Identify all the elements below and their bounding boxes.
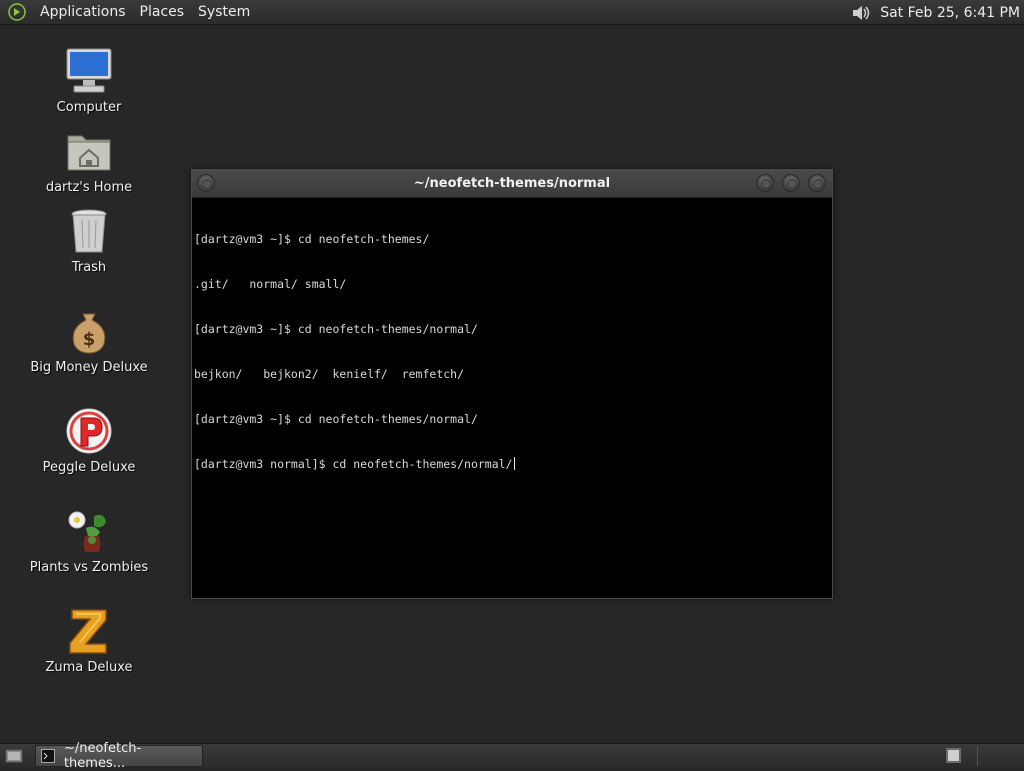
terminal-line: bejkon/ bejkon2/ kenielf/ remfetch/ (194, 367, 465, 381)
desktop-icon-peggle-deluxe[interactable]: Peggle Deluxe (24, 405, 154, 475)
desktop-icon-plants-vs-zombies[interactable]: Plants vs Zombies (24, 505, 154, 575)
peggle-icon (63, 405, 115, 457)
desktop-icon-zuma-deluxe[interactable]: Zuma Deluxe (24, 605, 154, 675)
desktop-icon-label: Big Money Deluxe (30, 360, 148, 375)
terminal-icon (40, 748, 56, 764)
terminal-output[interactable]: [dartz@vm3 ~]$ cd neofetch-themes/ .git/… (192, 198, 832, 506)
computer-icon (63, 45, 115, 97)
minimize-button[interactable] (756, 174, 774, 192)
trash-icon (63, 205, 115, 257)
terminal-line: [dartz@vm3 ~]$ cd neofetch-themes/normal… (194, 322, 478, 336)
panel-right-tray: Sat Feb 25, 6:41 PM (850, 0, 1024, 25)
menu-applications[interactable]: Applications (33, 4, 133, 20)
terminal-titlebar[interactable]: ~/neofetch-themes/normal (192, 170, 832, 198)
menu-system[interactable]: System (191, 4, 257, 20)
desktop-icon-label: Zuma Deluxe (45, 660, 133, 675)
svg-text:$: $ (83, 329, 96, 350)
bottom-panel: ~/neofetch-themes... (0, 741, 1024, 771)
desktop-icon-home[interactable]: dartz's Home (24, 125, 154, 195)
desktop-icon-label: dartz's Home (45, 180, 133, 195)
workspace-switcher[interactable] (946, 748, 961, 763)
terminal-line: [dartz@vm3 ~]$ cd neofetch-themes/ (194, 232, 430, 246)
taskbar-item-terminal[interactable]: ~/neofetch-themes... (35, 741, 203, 771)
gnome-foot-icon[interactable] (6, 1, 28, 23)
maximize-button[interactable] (782, 174, 800, 192)
panel-separator (977, 746, 978, 766)
desktop-icon-label: Trash (71, 260, 107, 275)
menu-places[interactable]: Places (133, 4, 192, 20)
clock[interactable]: Sat Feb 25, 6:41 PM (880, 5, 1020, 21)
desktop-icon-computer[interactable]: Computer (24, 45, 154, 115)
terminal-line: .git/ normal/ small/ (194, 277, 347, 291)
home-folder-icon (63, 125, 115, 177)
plants-vs-zombies-icon (63, 505, 115, 557)
window-menu-button[interactable] (197, 174, 215, 192)
text-cursor (513, 457, 515, 470)
show-desktop-icon[interactable] (2, 745, 26, 767)
terminal-current-input[interactable]: [dartz@vm3 normal]$ cd neofetch-themes/n… (194, 457, 513, 471)
speaker-volume-icon[interactable] (850, 2, 874, 24)
taskbar-item-label: ~/neofetch-themes... (63, 741, 142, 771)
money-bag-icon: $ (63, 305, 115, 357)
terminal-line: [dartz@vm3 ~]$ cd neofetch-themes/normal… (194, 412, 478, 426)
desktop-icon-big-money-deluxe[interactable]: $ Big Money Deluxe (24, 305, 154, 375)
close-button[interactable] (808, 174, 826, 192)
desktop-icon-label: Plants vs Zombies (29, 560, 149, 575)
terminal-prompt-line[interactable]: [dartz@vm3 normal]$ cd neofetch-themes/n… (194, 457, 830, 472)
terminal-title: ~/neofetch-themes/normal (413, 176, 611, 191)
desktop-icon-trash[interactable]: Trash (24, 205, 154, 275)
desktop-icon-label: Computer (56, 100, 122, 115)
top-panel: Applications Places System Sat Feb 25, 6… (0, 0, 1024, 25)
terminal-window[interactable]: ~/neofetch-themes/normal [dartz@vm3 ~]$ … (191, 169, 833, 599)
zuma-icon (63, 605, 115, 657)
desktop-icon-label: Peggle Deluxe (42, 460, 136, 475)
